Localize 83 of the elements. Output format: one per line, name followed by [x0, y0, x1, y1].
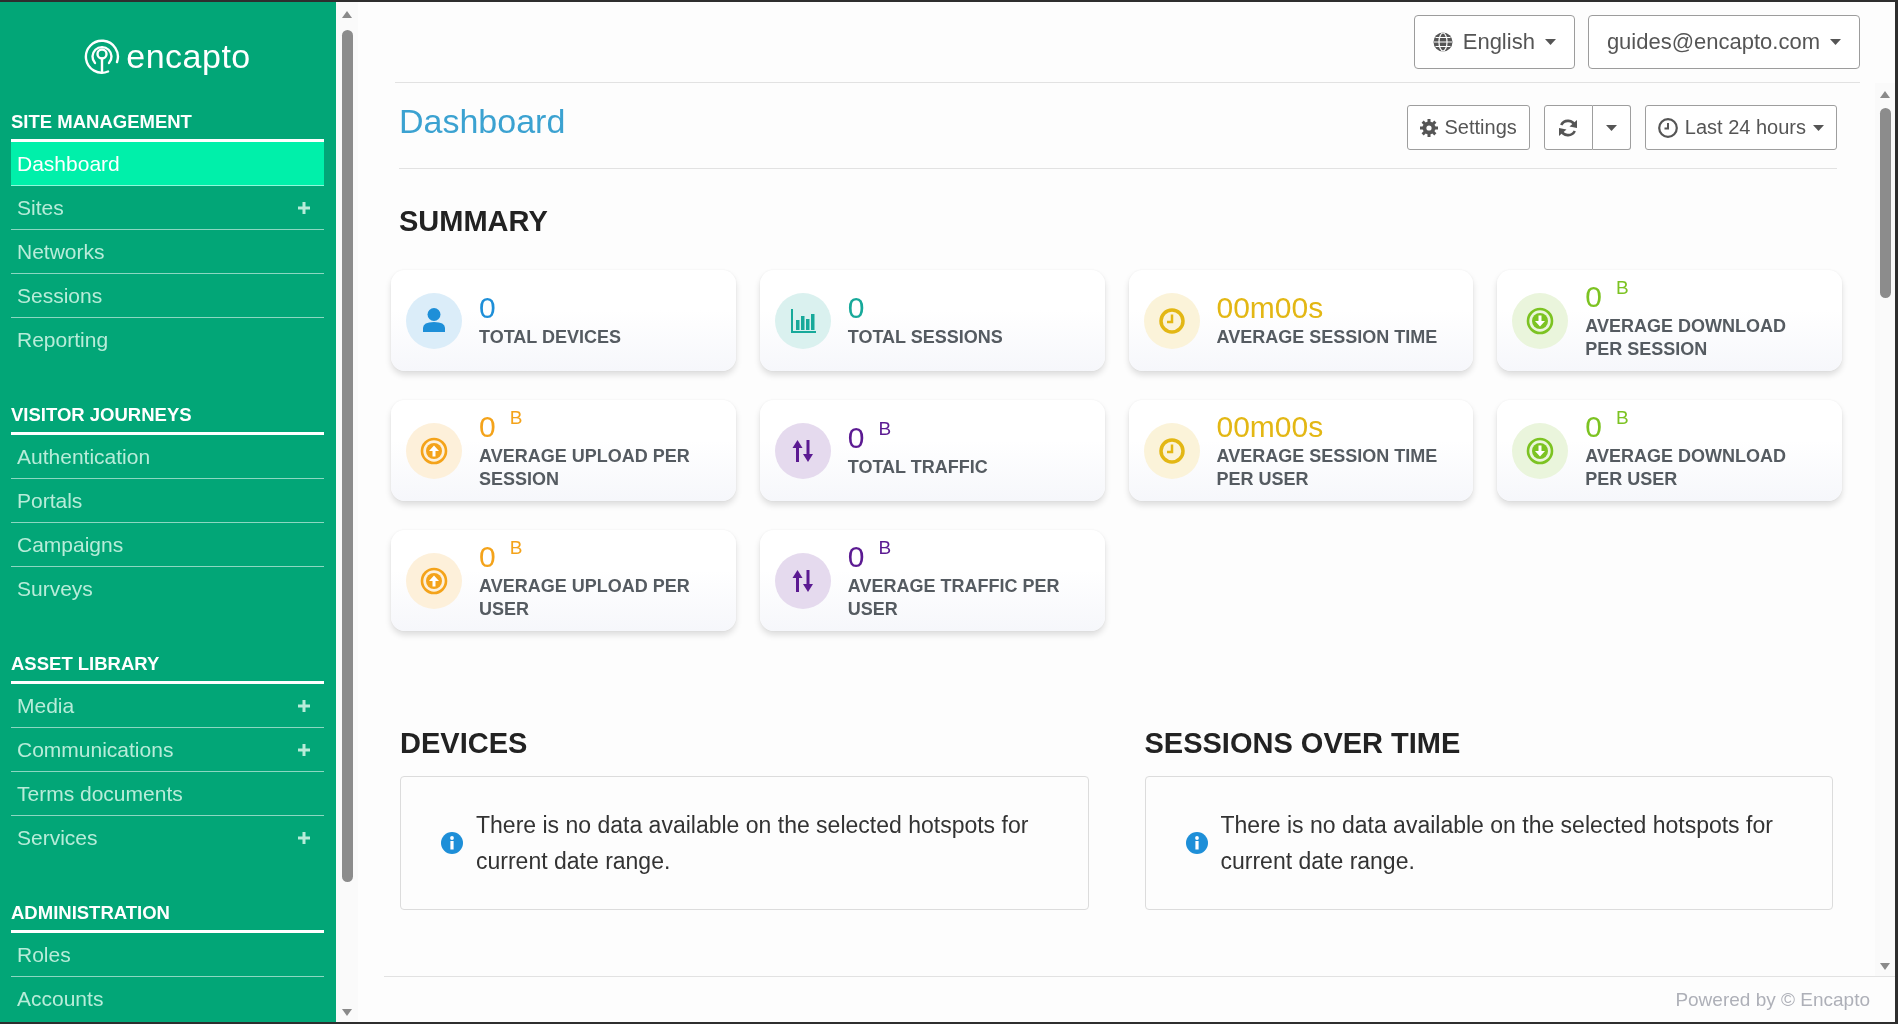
- stat-unit: B: [878, 418, 892, 440]
- time-range-dropdown[interactable]: Last 24 hours: [1644, 105, 1837, 150]
- gear-icon: [1419, 118, 1438, 137]
- download-icon: [1512, 292, 1569, 349]
- nav-section-heading: VISITOR JOURNEYS: [11, 404, 324, 435]
- nav-item[interactable]: Authentication: [11, 435, 324, 479]
- nav-item[interactable]: Campaigns: [11, 523, 324, 567]
- clock-icon: [1143, 292, 1200, 349]
- download-icon: [1512, 422, 1569, 479]
- stat-label: AVERAGE SESSION TIME: [1216, 326, 1438, 349]
- nav-item[interactable]: Dashboard: [11, 142, 324, 186]
- stat-unit: B: [878, 536, 892, 559]
- stat-unit: B: [509, 536, 523, 559]
- stat-value: 0: [1585, 280, 1602, 313]
- stat-label: TOTAL DEVICES: [479, 326, 622, 349]
- caret-icon: [1605, 124, 1617, 131]
- nav-section-heading: ASSET LIBRARY: [11, 653, 324, 684]
- globe-icon: [1432, 32, 1453, 52]
- stat-label: AVERAGE DOWNLOAD PER USER: [1585, 444, 1787, 491]
- upload-icon: [406, 422, 462, 479]
- stat-value: 0: [479, 292, 496, 324]
- stat-unit: B: [509, 406, 523, 429]
- stat-label: TOTAL TRAFFIC: [847, 456, 988, 479]
- stat-unit: B: [1615, 406, 1629, 429]
- stat-value: 00m00s: [1216, 410, 1324, 443]
- stat-value: 0: [847, 422, 865, 454]
- section-heading: SUMMARY: [399, 204, 549, 238]
- up-down-arrows-icon: [774, 422, 831, 479]
- clock-icon: [1657, 117, 1678, 138]
- stat-value: 0: [847, 292, 865, 324]
- account-dropdown[interactable]: guides@encapto.com: [1587, 15, 1860, 69]
- bar-chart-icon: [774, 292, 831, 349]
- nav-item[interactable]: Accounts: [11, 977, 324, 1021]
- nav-item[interactable]: Surveys: [11, 567, 324, 611]
- scroll-down-arrow-icon[interactable]: [1880, 963, 1890, 970]
- refresh-button[interactable]: [1543, 105, 1593, 150]
- logo-icon: [84, 38, 121, 74]
- stat-label: TOTAL SESSIONS: [847, 326, 1003, 349]
- nav-item[interactable]: Portals: [11, 479, 324, 523]
- stat-value: 0: [479, 540, 496, 573]
- nav-item[interactable]: Networks: [11, 230, 324, 274]
- user-icon: [406, 292, 462, 349]
- nav-item[interactable]: Services: [11, 816, 324, 860]
- upload-icon: [406, 552, 462, 609]
- nav-item[interactable]: Sites: [11, 186, 324, 230]
- nav-item[interactable]: Communications: [11, 728, 324, 772]
- nav-item[interactable]: Roles: [11, 933, 324, 977]
- caret-icon: [1544, 39, 1556, 45]
- stat-unit: B: [1615, 276, 1629, 299]
- scrollbar-thumb[interactable]: [341, 30, 353, 882]
- logo-text: encapto: [126, 36, 251, 76]
- language-dropdown[interactable]: English: [1413, 15, 1575, 69]
- page-title: Dashboard: [399, 101, 566, 141]
- stat-label: AVERAGE DOWNLOAD PER SESSION: [1585, 314, 1787, 361]
- no-data-message: There is no data available on the selected hotspots for current date range.: [476, 811, 1030, 876]
- info-icon: [1185, 832, 1208, 854]
- stat-value: 0: [1585, 410, 1602, 443]
- nav-item[interactable]: Terms documents: [11, 772, 324, 816]
- footer-credit: Powered by © Encapto: [1675, 988, 1870, 1011]
- settings-button[interactable]: Settings: [1406, 105, 1530, 150]
- no-data-message: There is no data available on the selected hotspots for current date range.: [1220, 811, 1774, 876]
- nav-item[interactable]: Media: [11, 684, 324, 728]
- nav-section-heading: ADMINISTRATION: [11, 902, 324, 933]
- caret-icon: [1813, 124, 1824, 131]
- section-heading: DEVICES: [400, 726, 529, 760]
- stat-label: AVERAGE UPLOAD PER SESSION: [479, 444, 691, 491]
- nav-item[interactable]: Sessions: [11, 274, 324, 318]
- scroll-up-arrow-icon[interactable]: [342, 11, 352, 18]
- stat-value: 00m00s: [1216, 292, 1324, 324]
- scroll-up-arrow-icon[interactable]: [1880, 91, 1890, 98]
- nav-item[interactable]: Reporting: [11, 318, 324, 362]
- stat-value: 0: [479, 410, 496, 443]
- clock-icon: [1143, 422, 1200, 479]
- stat-label: AVERAGE TRAFFIC PER USER: [847, 574, 1061, 621]
- caret-icon: [1830, 39, 1841, 45]
- up-down-arrows-icon: [774, 552, 831, 609]
- scrollbar-thumb[interactable]: [1879, 108, 1891, 298]
- section-heading: SESSIONS OVER TIME: [1144, 726, 1462, 760]
- info-icon: [441, 832, 463, 854]
- stat-value: 0: [847, 540, 865, 573]
- stat-label: AVERAGE SESSION TIME PER USER: [1216, 444, 1439, 491]
- stat-label: AVERAGE UPLOAD PER USER: [479, 574, 691, 621]
- scroll-down-arrow-icon[interactable]: [342, 1009, 352, 1016]
